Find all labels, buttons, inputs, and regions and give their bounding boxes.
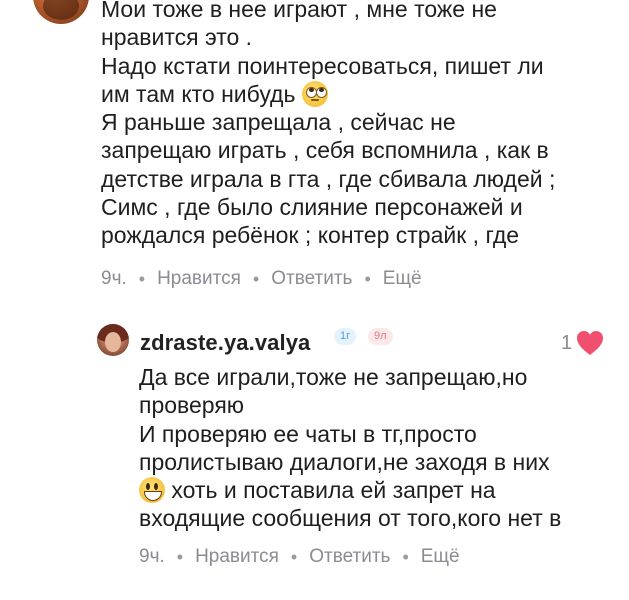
parent-comment-text-part2: Я раньше запрещала , сейчас не запрещаю … xyxy=(101,109,556,249)
reply-avatar[interactable] xyxy=(97,324,129,356)
reply-badge-years: 1г xyxy=(334,328,357,345)
reply-badge-level: 9л xyxy=(368,328,393,345)
reply-username[interactable]: zdraste.ya.valya xyxy=(140,330,310,356)
face-with-rolling-eyes-emoji-icon xyxy=(301,80,328,107)
separator-dot: • xyxy=(176,546,184,567)
separator-dot: • xyxy=(290,546,298,567)
reply-text-part2: хоть и поставила ей запрет на входящие с… xyxy=(139,477,562,532)
parent-comment-meta: 9ч. • Нравится • Ответить • Ещё xyxy=(101,268,422,290)
parent-comment-avatar[interactable] xyxy=(33,0,89,24)
parent-comment-text: Мои тоже в нее играют , мне тоже не нрав… xyxy=(101,0,621,250)
parent-more-button[interactable]: Ещё xyxy=(383,268,422,290)
reply-like-button[interactable]: Нравится xyxy=(195,546,279,568)
reply-like-count: 1 xyxy=(561,332,573,354)
reply-comment-time: 9ч. xyxy=(139,546,165,567)
reply-more-button[interactable]: Ещё xyxy=(421,546,460,568)
grinning-face-emoji-icon xyxy=(139,477,165,504)
separator-dot: • xyxy=(402,546,409,567)
parent-comment-time: 9ч. xyxy=(101,268,127,289)
reply-comment-text: Да все играли,тоже не запрещаю,но провер… xyxy=(139,363,619,533)
separator-dot: • xyxy=(138,268,146,289)
reply-reply-button[interactable]: Ответить xyxy=(309,546,390,568)
parent-reply-button[interactable]: Ответить xyxy=(271,268,352,290)
reply-comment-meta: 9ч. • Нравится • Ответить • Ещё xyxy=(139,546,460,568)
separator-dot: • xyxy=(364,268,371,289)
parent-like-button[interactable]: Нравится xyxy=(157,268,241,290)
separator-dot: • xyxy=(252,268,260,289)
reply-text-part1: Да все играли,тоже не запрещаю,но провер… xyxy=(139,364,550,475)
heart-icon[interactable] xyxy=(576,330,604,356)
